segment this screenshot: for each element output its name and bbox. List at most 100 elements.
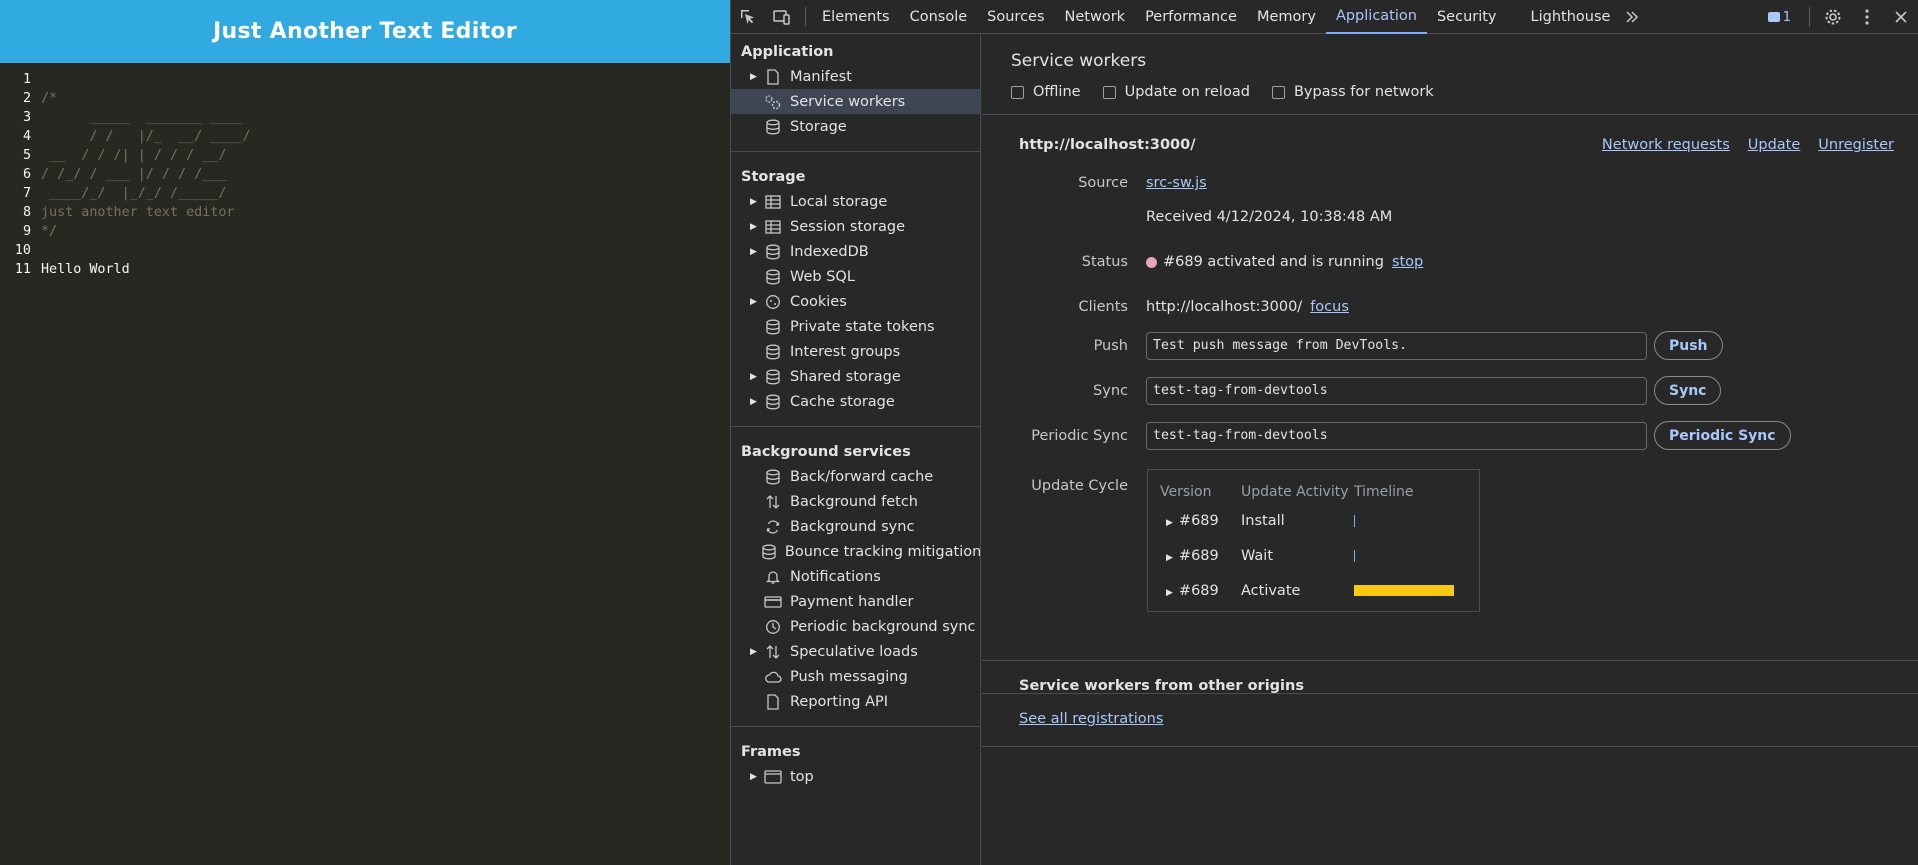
expand-arrow-icon[interactable]: ▶ — [750, 397, 760, 407]
sidebar-item-interest-groups[interactable]: ▶Interest groups — [731, 339, 980, 364]
periodic-sync-input[interactable]: test-tag-from-devtools — [1146, 421, 1647, 450]
tab-console[interactable]: Console — [900, 0, 978, 34]
sidebar-item-local-storage[interactable]: ▶ Local storage — [731, 189, 980, 214]
line-number: 2 — [22, 91, 31, 106]
version-cell[interactable]: ▶ #689 — [1166, 548, 1241, 564]
source-link[interactable]: src-sw.js — [1146, 175, 1207, 191]
update-link[interactable]: Update — [1748, 137, 1801, 153]
code-line[interactable]: 1 — [0, 70, 730, 89]
sidebar-item-bounce-tracking-mitigations[interactable]: ▶Bounce tracking mitigations — [731, 539, 980, 564]
focus-link[interactable]: focus — [1310, 299, 1349, 315]
expand-arrow-icon[interactable]: ▶ — [750, 247, 760, 257]
expand-arrow-icon[interactable]: ▶ — [750, 772, 760, 782]
network-requests-link[interactable]: Network requests — [1602, 137, 1730, 153]
inspect-element-icon[interactable] — [731, 0, 765, 34]
stop-link[interactable]: stop — [1392, 254, 1423, 270]
expand-arrow-icon[interactable]: ▶ — [750, 647, 760, 657]
code-line[interactable]: 2 /* — [0, 89, 730, 108]
sidebar-item-label: Payment handler — [790, 593, 914, 610]
expand-arrow-icon[interactable]: ▶ — [750, 222, 760, 232]
code-line[interactable]: 10 — [0, 241, 730, 260]
sidebar-item-indexeddb[interactable]: ▶ IndexedDB — [731, 239, 980, 264]
sidebar-item-session-storage[interactable]: ▶ Session storage — [731, 214, 980, 239]
checkbox-update-on-reload[interactable]: Update on reload — [1102, 84, 1250, 100]
sidebar-item-back-forward-cache[interactable]: ▶Back/forward cache — [731, 464, 980, 489]
code-line[interactable]: 3 _____ _______ ____ — [0, 108, 730, 127]
sidebar-item-background-fetch[interactable]: ▶Background fetch — [731, 489, 980, 514]
push-button[interactable]: Push — [1654, 331, 1723, 360]
application-sidebar: Application▶Manifest▶Service workers▶Sto… — [731, 34, 981, 865]
expand-arrow-icon[interactable]: ▶ — [1166, 553, 1173, 563]
tab-network[interactable]: Network — [1055, 0, 1136, 34]
sidebar-item-cache-storage[interactable]: ▶ Cache storage — [731, 389, 980, 414]
tab-memory[interactable]: Memory — [1247, 0, 1326, 34]
checkbox-box[interactable] — [1102, 85, 1116, 99]
tab-performance[interactable]: Performance — [1135, 0, 1247, 34]
periodic-sync-button[interactable]: Periodic Sync — [1654, 421, 1791, 450]
see-all-registrations-link[interactable]: See all registrations — [1019, 711, 1163, 727]
unregister-link[interactable]: Unregister — [1818, 137, 1894, 153]
sidebar-item-background-sync[interactable]: ▶Background sync — [731, 514, 980, 539]
expand-arrow-icon[interactable]: ▶ — [1166, 518, 1173, 528]
version-text: #689 — [1178, 582, 1219, 599]
sidebar-item-payment-handler[interactable]: ▶Payment handler — [731, 589, 980, 614]
version-cell[interactable]: ▶ #689 — [1166, 583, 1241, 599]
sidebar-item-service-workers[interactable]: ▶Service workers — [731, 89, 980, 114]
code-line[interactable]: 5 __ / / /| | / / / __/ — [0, 146, 730, 165]
checkbox-offline[interactable]: Offline — [1011, 84, 1081, 100]
sidebar-item-private-state-tokens[interactable]: ▶Private state tokens — [731, 314, 980, 339]
tab-application[interactable]: Application — [1325, 0, 1427, 34]
expand-arrow-icon[interactable]: ▶ — [750, 372, 760, 382]
checkbox-box[interactable] — [1011, 85, 1024, 99]
settings-gear-icon[interactable] — [1816, 0, 1850, 34]
line-number: 10 — [14, 243, 31, 258]
sidebar-item-push-messaging[interactable]: ▶Push messaging — [731, 664, 980, 689]
checkbox-bypass-for-network[interactable]: Bypass for network — [1271, 84, 1434, 100]
checkbox-box[interactable] — [1271, 85, 1285, 99]
code-editor[interactable]: 1 2/* 3 _____ _______ ____ 4 / / |/_ __/ __… — [0, 63, 730, 279]
update-cycle-row-activate[interactable]: ▶ #689 Activate — [1148, 573, 1479, 608]
expand-arrow-icon[interactable]: ▶ — [750, 297, 760, 307]
expand-arrow-icon[interactable]: ▶ — [750, 197, 760, 207]
tab-elements[interactable]: Elements — [812, 0, 900, 34]
push-input[interactable]: Test push message from DevTools. — [1146, 331, 1647, 360]
sidebar-item-label: Cookies — [790, 293, 847, 310]
device-toggle-icon[interactable] — [765, 0, 799, 34]
tab-lighthouse[interactable]: Lighthouse — [1521, 0, 1621, 34]
sidebar-item-periodic-background-sync[interactable]: ▶Periodic background sync — [731, 614, 980, 639]
tab-sources[interactable]: Sources — [977, 0, 1054, 34]
sidebar-item-manifest[interactable]: ▶ Manifest — [731, 64, 980, 89]
close-icon[interactable] — [1884, 0, 1918, 34]
sidebar-item-label: Speculative loads — [790, 643, 918, 660]
code-line[interactable]: 7 ____/_/ |_/_/ /_____/ — [0, 184, 730, 203]
sidebar-item-storage[interactable]: ▶Storage — [731, 114, 980, 139]
expand-arrow-icon[interactable]: ▶ — [750, 72, 760, 82]
sidebar-item-speculative-loads[interactable]: ▶ Speculative loads — [731, 639, 980, 664]
tab-security[interactable]: Security — [1427, 0, 1507, 34]
sidebar-item-web-sql[interactable]: ▶Web SQL — [731, 264, 980, 289]
update-cycle-row-wait[interactable]: ▶ #689 Wait — [1148, 538, 1479, 573]
line-number: 5 — [22, 148, 31, 163]
sidebar-item-shared-storage[interactable]: ▶ Shared storage — [731, 364, 980, 389]
issues-badge[interactable]: 1 — [1756, 10, 1803, 25]
sync-button[interactable]: Sync — [1654, 376, 1722, 405]
sync-input[interactable]: test-tag-from-devtools — [1146, 376, 1647, 405]
kebab-menu-icon[interactable] — [1850, 0, 1884, 34]
sidebar-item-top[interactable]: ▶ top — [731, 764, 980, 789]
code-line[interactable]: 9 */ — [0, 222, 730, 241]
version-cell[interactable]: ▶ #689 — [1166, 513, 1241, 529]
code-line[interactable]: 4 / / |/_ __/ ____/ — [0, 127, 730, 146]
expand-arrow-icon[interactable]: ▶ — [1166, 588, 1173, 598]
code-line[interactable]: 6 / /_/ / ___ |/ / / /___ — [0, 165, 730, 184]
sidebar-item-cookies[interactable]: ▶ Cookies — [731, 289, 980, 314]
code-line[interactable]: 11 Hello World — [0, 260, 730, 279]
update-cycle-row-install[interactable]: ▶ #689 Install — [1148, 503, 1479, 538]
sidebar-item-notifications[interactable]: ▶Notifications — [731, 564, 980, 589]
sync-label: Sync — [1093, 382, 1128, 399]
database-icon — [764, 244, 782, 260]
code-line[interactable]: 8 just another text editor — [0, 203, 730, 222]
toolbar-separator — [805, 6, 806, 27]
database-icon — [764, 269, 782, 285]
sidebar-item-reporting-api[interactable]: ▶Reporting API — [731, 689, 980, 714]
more-tabs-icon[interactable] — [1620, 0, 1644, 34]
